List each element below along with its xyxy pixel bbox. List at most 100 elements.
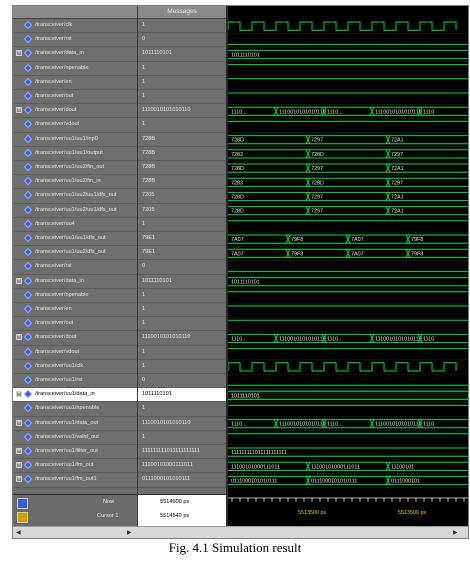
- signal-row[interactable]: /transceiver/npenable: [13, 289, 137, 303]
- signal-row[interactable]: + /transceiver/uu1/filter_out: [13, 445, 137, 460]
- signal-icon: [23, 233, 33, 243]
- signal-value-row: 111111111011111111111: [138, 445, 226, 460]
- waveform-pane[interactable]: 1011110101 1110... 1110010101010110 1110...…: [227, 6, 468, 526]
- signal-icon: [23, 446, 33, 456]
- signal-name: /transceiver/uu1/uu1/output: [35, 149, 103, 156]
- waveform-trace: [228, 384, 468, 389]
- now-value: 5514600 ps: [160, 499, 190, 505]
- waveform-trace: 11100101000111011 11100101000111011 111001…: [228, 461, 468, 474]
- signal-value: 1011110101: [142, 277, 172, 284]
- signal-icon: [23, 262, 33, 271]
- signal-row[interactable]: /transceiver/uu1/uu1/inp0: [13, 133, 137, 147]
- scroll-right-icon[interactable]: ▶: [127, 529, 132, 536]
- bus-value-label: 728D: [231, 209, 244, 215]
- signal-row[interactable]: + /transceiver/dout: [13, 104, 137, 119]
- expand-icon[interactable]: +: [16, 419, 22, 426]
- signal-row[interactable]: /transceiver/uu1/uu1/dfs_out: [13, 232, 137, 247]
- expand-icon[interactable]: +: [16, 50, 22, 57]
- signal-icon: [23, 276, 33, 285]
- signal-name: /transceiver/uu1/clk: [35, 362, 84, 369]
- signal-icon: [23, 63, 33, 72]
- horizontal-scrollbar[interactable]: ◀ ▶ ▶: [13, 526, 468, 538]
- signal-row[interactable]: /transceiver/vdout: [13, 346, 137, 360]
- expand-icon[interactable]: +: [16, 476, 22, 483]
- signal-row[interactable]: + /transceiver/uu1/fm_out1: [13, 473, 137, 488]
- signal-row[interactable]: /transceiver/out: [13, 317, 137, 332]
- highlight-band: [228, 388, 468, 403]
- signal-name: /transceiver/uu1/uu2/dfs_out: [35, 249, 106, 256]
- waveform-canvas[interactable]: 10111101011110... 1110010101010110 1110...…: [227, 6, 468, 526]
- bus-transition: [405, 248, 411, 258]
- signal-row[interactable]: /transceiver/en: [13, 76, 137, 90]
- signal-name: /transceiver/uu1/data_in: [35, 391, 95, 398]
- waveform-trace: [228, 43, 468, 48]
- waveform-trace: 1011110101: [228, 277, 468, 290]
- bus-value-label: 79F8: [291, 251, 303, 257]
- signal-value-row: 1: [138, 19, 226, 34]
- expand-icon[interactable]: +: [16, 107, 22, 114]
- expand-icon[interactable]: +: [16, 462, 22, 469]
- signal-row[interactable]: /transceiver/vdout: [13, 118, 137, 133]
- signal-row[interactable]: /transceiver/uu1/clk: [13, 360, 137, 374]
- clock-wave: [227, 362, 457, 372]
- expand-icon[interactable]: +: [16, 391, 22, 398]
- signal-row[interactable]: + /transceiver/data_in: [13, 275, 137, 289]
- expand-icon[interactable]: +: [16, 277, 22, 284]
- cursor-lock-icon[interactable]: [17, 512, 28, 523]
- waveform-trace: [228, 64, 468, 77]
- signal-row[interactable]: /transceiver/uu4: [13, 218, 137, 232]
- signal-row[interactable]: + /transceiver/dout: [13, 331, 137, 346]
- signal-icon: [23, 333, 33, 342]
- signal-icon: [23, 432, 33, 442]
- signal-row[interactable]: /transceiver/rst: [13, 260, 137, 275]
- signal-row[interactable]: /transceiver/uu1/uu2/dfs_out: [13, 246, 137, 261]
- signal-row[interactable]: /transceiver/en: [13, 303, 137, 318]
- waveform-trace: [228, 404, 468, 417]
- signal-icon: [23, 91, 33, 101]
- signal-icon: [23, 34, 33, 44]
- signal-row[interactable]: /transceiver/rst: [13, 33, 137, 48]
- signal-row[interactable]: /transceiver/uu1/npenable: [13, 402, 137, 417]
- signal-row[interactable]: /transceiver/uu1/uu2/fin_out: [13, 161, 137, 176]
- signal-value-row: 1: [138, 317, 226, 332]
- scroll-left-icon[interactable]: ◀: [16, 529, 21, 536]
- scroll-right-end-icon[interactable]: ▶: [453, 529, 458, 536]
- signal-icon: [23, 148, 33, 158]
- signal-name: /transceiver/data_in: [35, 277, 84, 284]
- signal-row[interactable]: /transceiver/uu1/uu2/uu1/dfs_out: [13, 204, 137, 218]
- bus-value-label: 1110010101010110: [279, 109, 326, 115]
- waveform-trace: [228, 433, 468, 446]
- signal-row[interactable]: /transceiver/uu1/uu2/fin_in: [13, 175, 137, 190]
- signal-name: /transceiver/npenable: [35, 64, 89, 71]
- signal-row[interactable]: + /transceiver/uu1/fm_out: [13, 459, 137, 474]
- signal-value-row: 79E1: [138, 246, 226, 261]
- signal-name: /transceiver/uu1/uu2/fin_out: [35, 164, 105, 170]
- signal-row[interactable]: + /transceiver/uu1/data_out: [13, 417, 137, 431]
- signal-row[interactable]: /transceiver/clk: [13, 19, 137, 34]
- signal-value: 1: [142, 405, 146, 412]
- expand-icon[interactable]: +: [16, 448, 22, 454]
- bus-value-label: 1110...: [231, 109, 247, 115]
- signal-row[interactable]: + /transceiver/uu1/data_in: [13, 388, 137, 403]
- signal-row[interactable]: /transceiver/out: [13, 90, 137, 105]
- signal-row[interactable]: /transceiver/uu1/valid_out: [13, 431, 137, 445]
- expand-icon[interactable]: +: [16, 334, 22, 341]
- bus-transition: [305, 461, 311, 471]
- signal-value-row: 0: [138, 260, 226, 275]
- signal-row[interactable]: /transceiver/npenable: [13, 62, 137, 76]
- waveform-trace: [228, 78, 468, 91]
- signal-icon: [23, 460, 33, 470]
- bus-transition: [369, 106, 375, 116]
- bus-transition: [305, 163, 311, 173]
- waveform-trace: 1011110101: [228, 49, 468, 62]
- signal-row[interactable]: /transceiver/uu1/uu1/output: [13, 147, 137, 161]
- signal-row[interactable]: + /transceiver/data_in: [13, 47, 137, 62]
- bus-transition: [273, 419, 279, 429]
- signal-name: /transceiver/rst: [35, 36, 72, 43]
- bus-transition: [385, 177, 391, 187]
- bus-value-label: 1110...: [327, 109, 343, 115]
- signal-row[interactable]: /transceiver/uu1/uu2/uu1/dfs_out: [13, 189, 137, 204]
- bus-value-label: 72A1: [391, 209, 404, 215]
- signal-values-pane: Messages 1 0 1011110101 1 1 1 1110010101010110…: [138, 6, 228, 526]
- signal-row[interactable]: /transceiver/uu1/rst: [13, 374, 137, 389]
